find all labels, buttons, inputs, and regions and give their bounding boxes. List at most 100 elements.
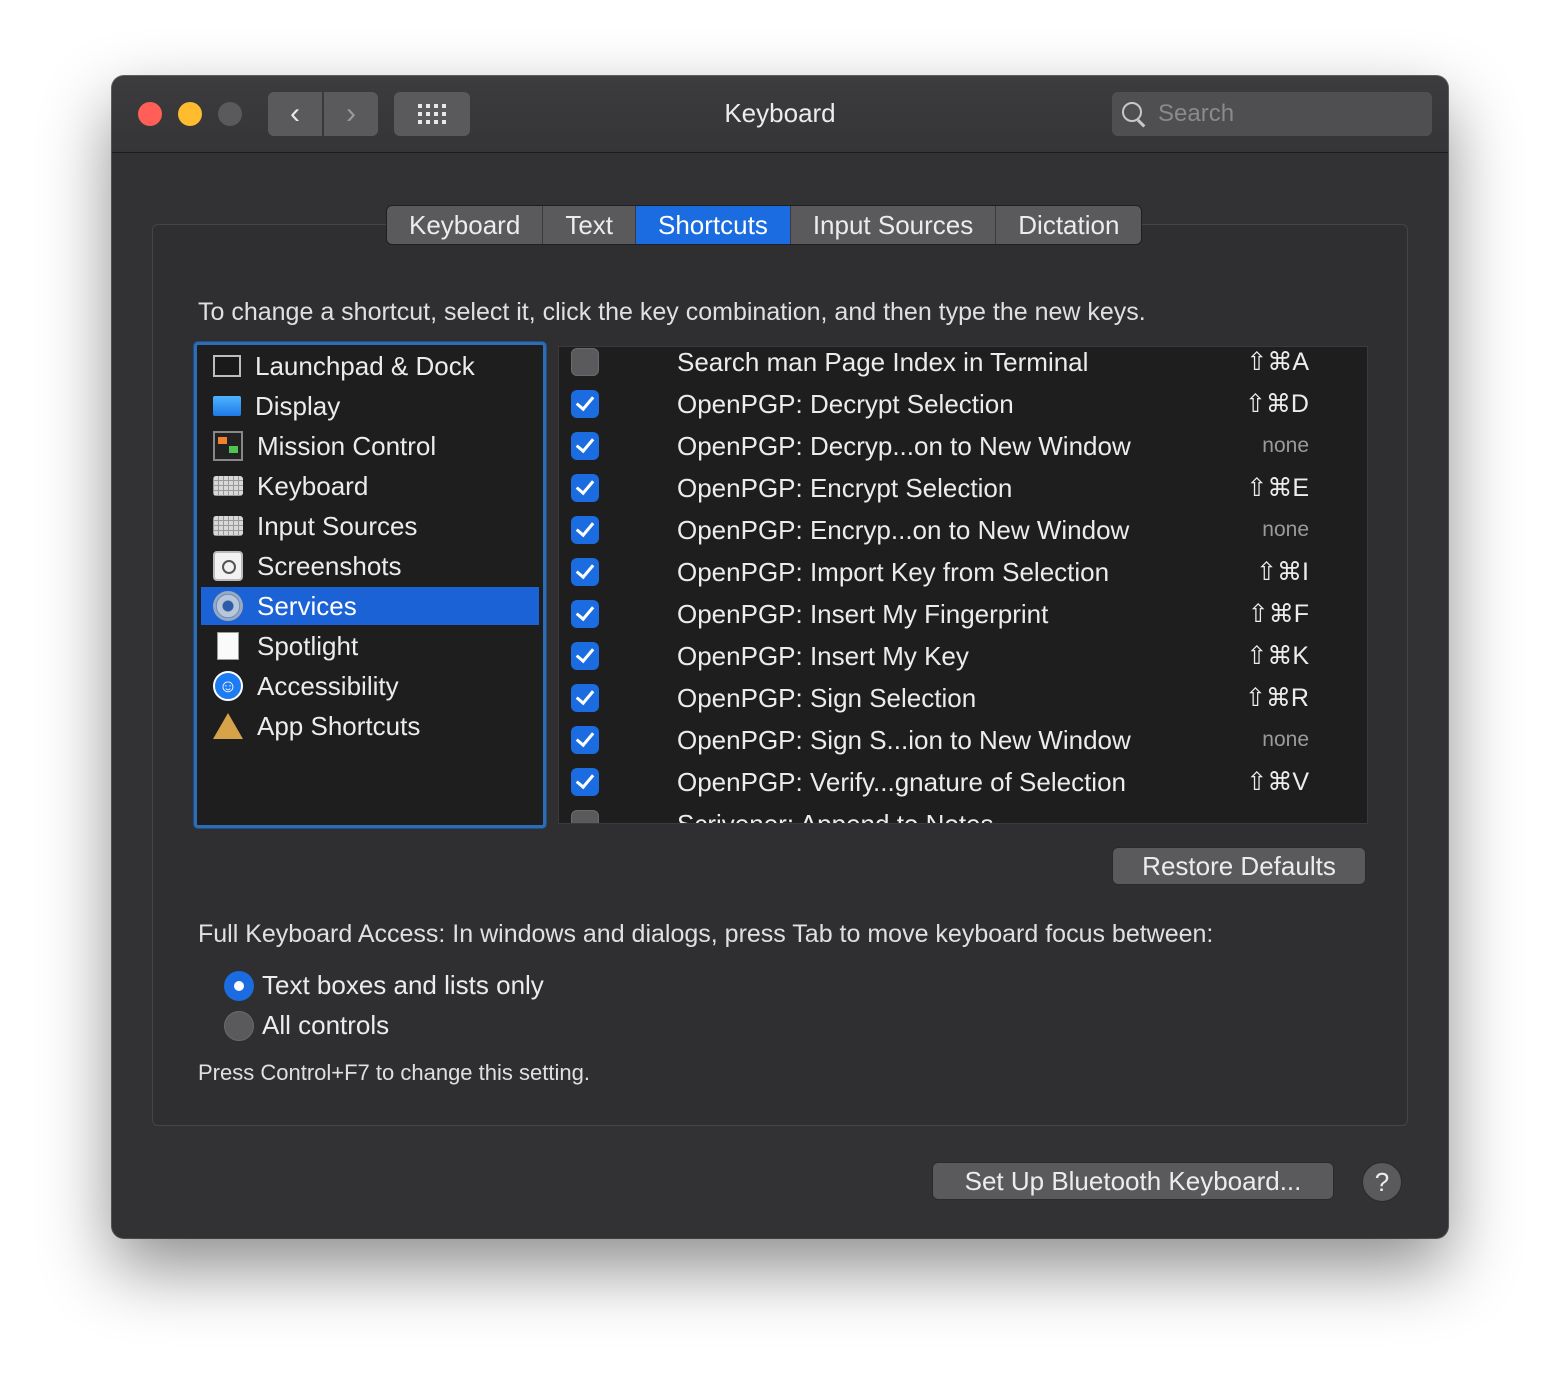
category-label: Screenshots <box>257 550 402 581</box>
category-spotlight[interactable]: Spotlight <box>201 627 539 665</box>
category-label: Mission Control <box>257 430 437 461</box>
shortcut-key[interactable]: ⇧⌘D <box>1245 389 1309 419</box>
radio-label: All controls <box>262 1010 390 1040</box>
shortcut-checkbox[interactable] <box>571 600 599 628</box>
shortcut-row[interactable]: OpenPGP: Decryp...on to New Window none <box>559 425 1367 467</box>
shortcut-checkbox[interactable] <box>571 642 599 670</box>
shortcut-key[interactable]: none <box>1262 728 1309 752</box>
instruction-text: To change a shortcut, select it, click t… <box>198 298 1146 326</box>
shortcut-name: OpenPGP: Sign S...ion to New Window <box>677 724 1131 755</box>
document-icon <box>217 632 239 660</box>
shortcut-checkbox[interactable] <box>571 684 599 712</box>
category-label: Services <box>257 590 357 621</box>
gear-icon <box>213 591 243 621</box>
category-input-sources[interactable]: Input Sources <box>201 507 539 545</box>
shortcut-row[interactable]: OpenPGP: Sign Selection ⇧⌘R <box>559 677 1367 719</box>
shortcut-key[interactable]: ⇧⌘E <box>1246 473 1309 503</box>
category-keyboard[interactable]: Keyboard <box>201 467 539 505</box>
shortcut-checkbox[interactable] <box>571 768 599 796</box>
shortcut-name: OpenPGP: Insert My Fingerprint <box>677 598 1049 629</box>
category-label: Spotlight <box>257 630 359 661</box>
category-label: Display <box>255 390 341 421</box>
shortcut-key[interactable]: none <box>1262 518 1309 542</box>
shortcut-row[interactable]: OpenPGP: Sign S...ion to New Window none <box>559 719 1367 761</box>
shortcut-row[interactable]: OpenPGP: Encryp...on to New Window none <box>559 509 1367 551</box>
shortcut-checkbox[interactable] <box>571 390 599 418</box>
mission-control-icon <box>213 431 243 461</box>
shortcut-name: OpenPGP: Encryp...on to New Window <box>677 514 1130 545</box>
radio-text-boxes[interactable]: Text boxes and lists only <box>224 970 544 1001</box>
hint-text: Press Control+F7 to change this setting. <box>198 1060 590 1085</box>
category-display[interactable]: Display <box>201 387 539 425</box>
shortcut-key[interactable]: ⇧⌘I <box>1256 557 1309 587</box>
shortcut-name: OpenPGP: Sign Selection <box>677 682 977 713</box>
tab-input-sources[interactable]: Input Sources <box>791 206 997 244</box>
radio-label: Text boxes and lists only <box>262 970 544 1000</box>
category-label: Accessibility <box>257 670 399 701</box>
shortcut-key[interactable]: none <box>1262 434 1309 458</box>
shortcut-checkbox[interactable] <box>571 348 599 376</box>
category-services[interactable]: Services <box>201 587 539 625</box>
shortcut-name: OpenPGP: Verify...gnature of Selection <box>677 766 1126 797</box>
shortcut-row[interactable]: Scrivener: Append to Notes <box>559 803 1367 824</box>
radio-all-controls[interactable]: All controls <box>224 1010 389 1041</box>
title-bar: ‹ › Keyboard <box>112 76 1448 153</box>
preferences-window: ‹ › Keyboard Keyboard Text Shortcuts Inp… <box>112 76 1448 1238</box>
search-icon <box>1122 102 1146 126</box>
category-mission-control[interactable]: Mission Control <box>201 427 539 465</box>
category-label: Input Sources <box>257 510 418 541</box>
shortcut-list[interactable]: Search man Page Index in Terminal ⇧⌘A Ope… <box>558 346 1368 824</box>
shortcut-name: OpenPGP: Insert My Key <box>677 640 969 671</box>
shortcut-checkbox[interactable] <box>571 432 599 460</box>
shortcut-name: Scrivener: Append to Notes <box>677 808 994 824</box>
app-store-icon <box>213 713 243 739</box>
shortcut-name: OpenPGP: Encrypt Selection <box>677 472 1013 503</box>
shortcut-name: OpenPGP: Import Key from Selection <box>677 556 1110 587</box>
category-label: App Shortcuts <box>257 710 421 741</box>
category-label: Launchpad & Dock <box>255 350 475 381</box>
radio-button[interactable] <box>224 970 254 1001</box>
radio-button[interactable] <box>224 1010 254 1041</box>
shortcut-key[interactable]: ⇧⌘R <box>1245 683 1309 713</box>
shortcut-row[interactable]: OpenPGP: Decrypt Selection ⇧⌘D <box>559 383 1367 425</box>
shortcut-checkbox[interactable] <box>571 558 599 586</box>
dock-icon <box>213 355 241 377</box>
category-label: Keyboard <box>257 470 369 501</box>
tab-bar: Keyboard Text Shortcuts Input Sources Di… <box>386 205 1143 245</box>
shortcut-name: OpenPGP: Decryp...on to New Window <box>677 430 1131 461</box>
shortcut-row[interactable]: OpenPGP: Encrypt Selection ⇧⌘E <box>559 467 1367 509</box>
shortcut-name: OpenPGP: Decrypt Selection <box>677 388 1014 419</box>
keyboard-icon <box>213 476 243 496</box>
category-accessibility[interactable]: ☺ Accessibility <box>201 667 539 705</box>
shortcut-checkbox[interactable] <box>571 474 599 502</box>
shortcut-row[interactable]: OpenPGP: Insert My Key ⇧⌘K <box>559 635 1367 677</box>
shortcut-key[interactable]: ⇧⌘F <box>1248 599 1309 629</box>
shortcut-row[interactable]: OpenPGP: Verify...gnature of Selection ⇧⌘… <box>559 761 1367 803</box>
tab-shortcuts[interactable]: Shortcuts <box>636 206 791 244</box>
shortcut-key[interactable]: ⇧⌘K <box>1246 641 1309 671</box>
tab-keyboard[interactable]: Keyboard <box>387 206 544 244</box>
shortcut-checkbox[interactable] <box>571 810 599 823</box>
category-list[interactable]: Launchpad & Dock Display Mission Control… <box>194 342 546 828</box>
search-input[interactable] <box>1156 99 1420 129</box>
keyboard-icon <box>213 516 243 536</box>
category-screenshots[interactable]: Screenshots <box>201 547 539 585</box>
restore-defaults-button[interactable]: Restore Defaults <box>1112 847 1366 885</box>
shortcut-checkbox[interactable] <box>571 726 599 754</box>
full-keyboard-access-label: Full Keyboard Access: In windows and dia… <box>198 920 1214 948</box>
display-icon <box>213 396 241 416</box>
search-field[interactable] <box>1112 92 1432 136</box>
tab-dictation[interactable]: Dictation <box>996 206 1141 244</box>
category-launchpad-dock[interactable]: Launchpad & Dock <box>201 347 539 385</box>
shortcut-name: Search man Page Index in Terminal <box>677 346 1089 377</box>
shortcut-key[interactable]: ⇧⌘A <box>1246 347 1309 377</box>
help-button[interactable]: ? <box>1362 1162 1402 1202</box>
shortcut-row[interactable]: Search man Page Index in Terminal ⇧⌘A <box>559 346 1367 383</box>
shortcut-row[interactable]: OpenPGP: Import Key from Selection ⇧⌘I <box>559 551 1367 593</box>
tab-text[interactable]: Text <box>543 206 636 244</box>
shortcut-row[interactable]: OpenPGP: Insert My Fingerprint ⇧⌘F <box>559 593 1367 635</box>
shortcut-key[interactable]: ⇧⌘V <box>1246 767 1309 797</box>
bluetooth-keyboard-button[interactable]: Set Up Bluetooth Keyboard... <box>932 1162 1334 1200</box>
shortcut-checkbox[interactable] <box>571 516 599 544</box>
category-app-shortcuts[interactable]: App Shortcuts <box>201 707 539 745</box>
